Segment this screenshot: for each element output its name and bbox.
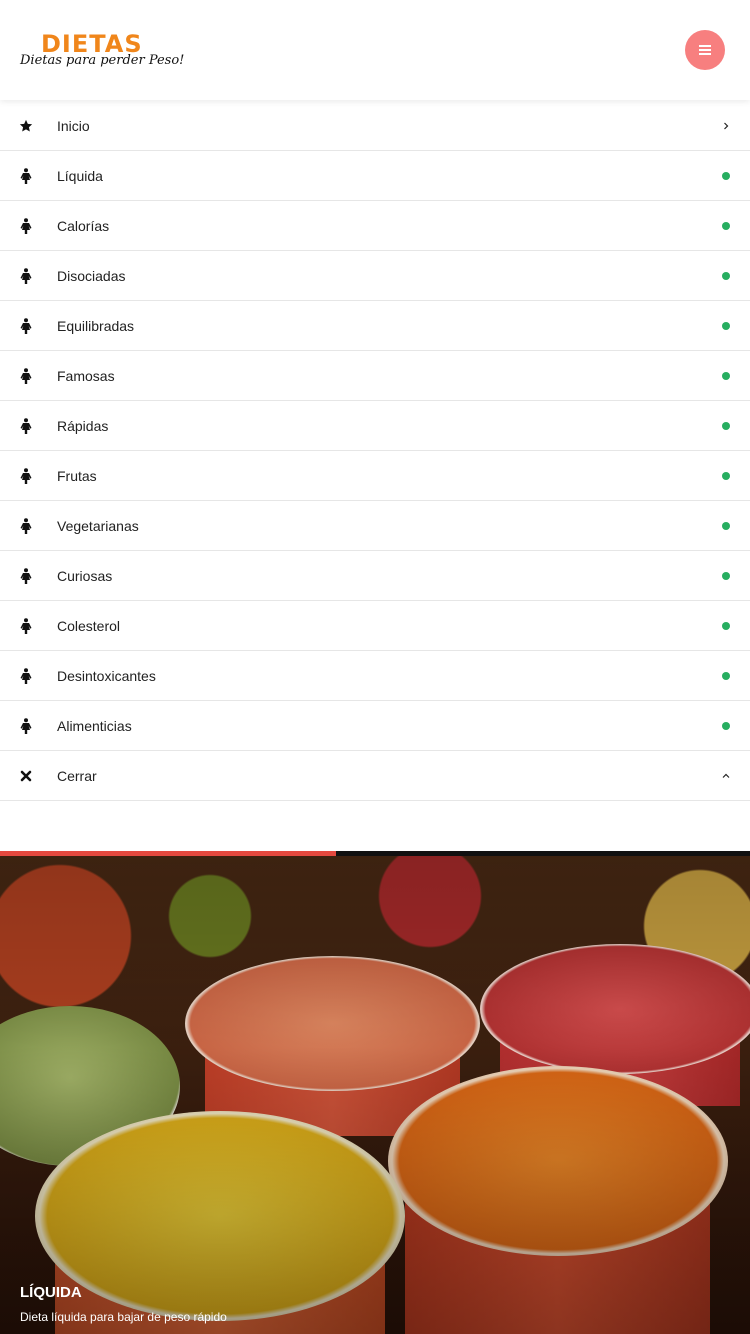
person-icon: [19, 318, 33, 334]
close-icon: [19, 768, 33, 784]
status-dot: [722, 201, 730, 251]
menu-item-desintoxicantes[interactable]: Desintoxicantes: [0, 651, 750, 701]
person-icon: [19, 518, 33, 534]
menu-toggle-button[interactable]: [685, 30, 725, 70]
menu-item-disociadas[interactable]: Disociadas: [0, 251, 750, 301]
menu-item-label: Vegetarianas: [57, 517, 139, 534]
status-dot: [722, 351, 730, 401]
menu-item-liquida[interactable]: Líquida: [0, 151, 750, 201]
hamburger-icon: [699, 45, 711, 55]
menu-item-label: Líquida: [57, 167, 103, 184]
status-dot: [722, 601, 730, 651]
menu-item-curiosas[interactable]: Curiosas: [0, 551, 750, 601]
menu-item-colesterol[interactable]: Colesterol: [0, 601, 750, 651]
menu-item-calorias[interactable]: Calorías: [0, 201, 750, 251]
status-dot: [722, 701, 730, 751]
menu-item-famosas[interactable]: Famosas: [0, 351, 750, 401]
status-dot: [722, 551, 730, 601]
menu-item-label: Colesterol: [57, 617, 121, 634]
slide-subtitle: Dieta líquida para bajar de peso rápido: [20, 1310, 227, 1324]
menu-item-frutas[interactable]: Frutas: [0, 451, 750, 501]
menu-item-label: Disociadas: [57, 267, 126, 284]
menu-item-label: Inicio: [57, 117, 90, 134]
status-dot: [722, 501, 730, 551]
menu-item-rapidas[interactable]: Rápidas: [0, 401, 750, 451]
slide-title[interactable]: LÍQUIDA: [20, 1284, 82, 1301]
nav-menu: Inicio Líquida Calorías Disociadas Equilibra…: [0, 101, 750, 801]
status-dot: [722, 401, 730, 451]
star-icon: [19, 118, 33, 134]
menu-item-label: Desintoxicantes: [57, 667, 156, 684]
person-icon: [19, 418, 33, 434]
person-icon: [19, 368, 33, 384]
person-icon: [19, 568, 33, 584]
logo-subtitle: Dietas para perder Peso!: [20, 53, 185, 68]
menu-item-label: Cerrar: [57, 767, 97, 784]
logo[interactable]: DIETAS Dietas para perder Peso!: [20, 30, 184, 68]
header: DIETAS Dietas para perder Peso!: [0, 0, 750, 100]
status-dot: [722, 151, 730, 201]
chevron-up-icon: [722, 751, 730, 801]
menu-item-label: Equilibradas: [57, 317, 135, 334]
menu-item-label: Famosas: [57, 367, 115, 384]
menu-item-inicio[interactable]: Inicio: [0, 101, 750, 151]
menu-item-alimenticias[interactable]: Alimenticias: [0, 701, 750, 751]
menu-item-label: Calorías: [57, 217, 110, 234]
hero-slide[interactable]: LÍQUIDA Dieta líquida para bajar de peso…: [0, 856, 750, 1334]
menu-item-equilibradas[interactable]: Equilibradas: [0, 301, 750, 351]
status-dot: [722, 301, 730, 351]
status-dot: [722, 451, 730, 501]
person-icon: [19, 618, 33, 634]
person-icon: [19, 168, 33, 184]
person-icon: [19, 668, 33, 684]
status-dot: [722, 651, 730, 701]
menu-item-label: Alimenticias: [57, 717, 132, 734]
person-icon: [19, 468, 33, 484]
menu-item-label: Curiosas: [57, 567, 113, 584]
menu-item-label: Frutas: [57, 467, 97, 484]
chevron-right-icon: [722, 101, 730, 151]
menu-item-vegetarianas[interactable]: Vegetarianas: [0, 501, 750, 551]
menu-item-label: Rápidas: [57, 417, 109, 434]
person-icon: [19, 218, 33, 234]
person-icon: [19, 718, 33, 734]
menu-item-cerrar[interactable]: Cerrar: [0, 751, 750, 801]
status-dot: [722, 251, 730, 301]
person-icon: [19, 268, 33, 284]
